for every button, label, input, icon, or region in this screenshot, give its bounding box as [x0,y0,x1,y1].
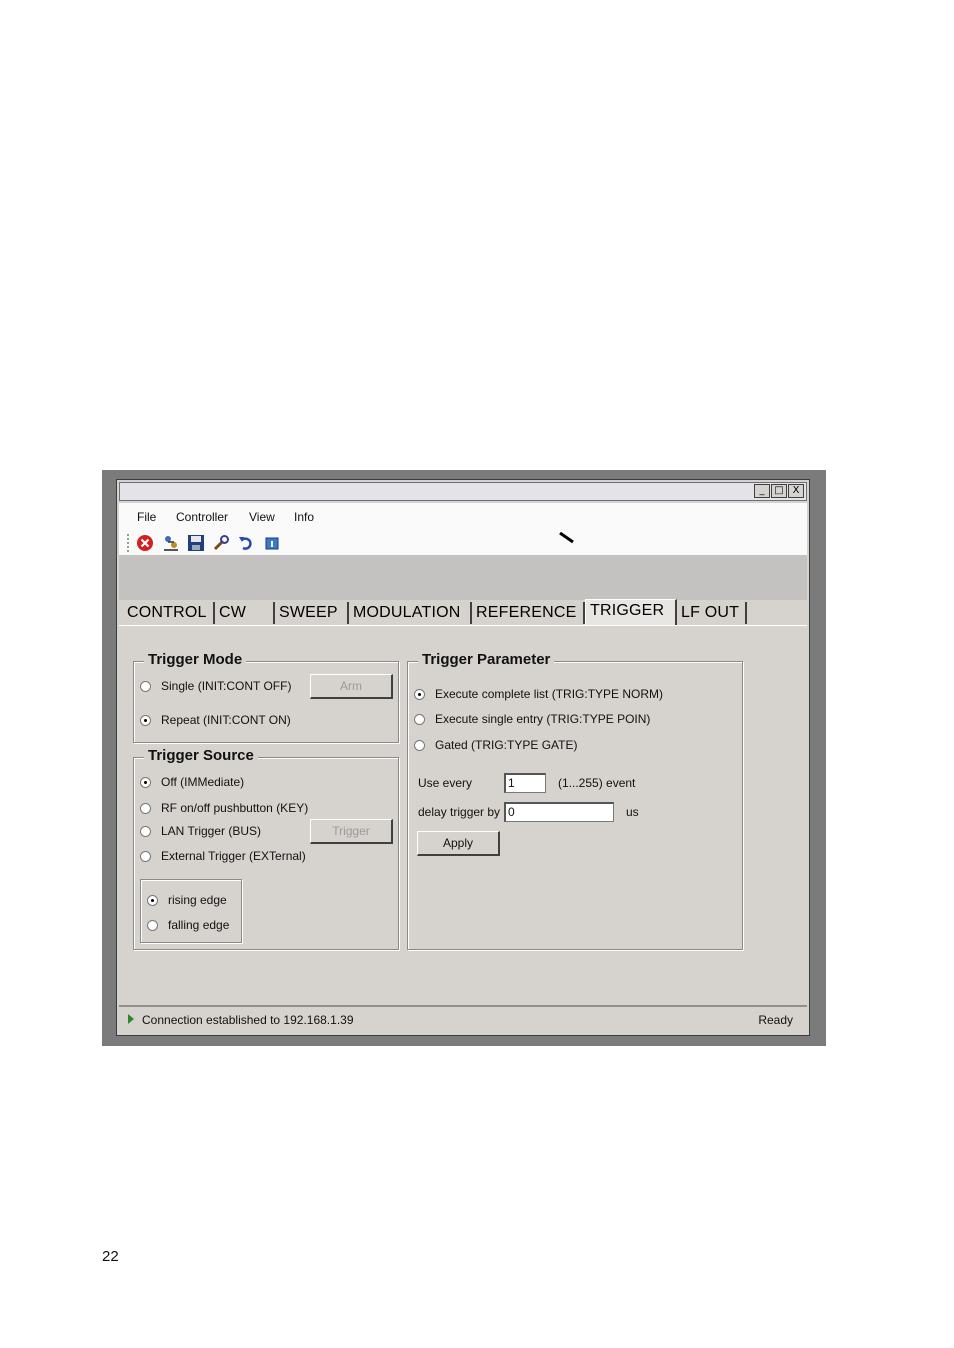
connect-icon[interactable] [162,534,180,552]
status-state: Ready [758,1013,793,1027]
app-window: _ □ X File Controller View Info CONTROL … [116,479,810,1036]
delay-label: delay trigger by [418,805,501,819]
tab-trigger[interactable]: TRIGGER [585,599,677,625]
source-rf-radio[interactable] [140,802,151,814]
tab-sweep[interactable]: SWEEP [275,602,349,624]
param-single-radio[interactable] [414,713,425,725]
minimize-button[interactable]: _ [754,484,770,498]
param-complete-label: Execute complete list (TRIG:TYPE NORM) [435,687,664,701]
trigger-mode-group: Trigger Mode Single (INIT:CONT OFF) Arm … [133,651,399,743]
page-number: 22 [102,1248,119,1265]
delay-input[interactable]: 0 [504,802,614,822]
delay-unit: us [626,805,639,819]
screenshot-frame: _ □ X File Controller View Info CONTROL … [102,470,826,1046]
use-every-label: Use every [418,776,473,790]
source-external-label: External Trigger (EXTernal) [161,849,306,863]
edge-falling-option[interactable]: falling edge [147,918,229,932]
trigger-parameter-title: Trigger Parameter [418,651,555,668]
edge-rising-label: rising edge [168,893,227,907]
save-icon[interactable] [187,534,205,552]
source-rf-option[interactable]: RF on/off pushbutton (KEY) [140,801,308,815]
info-icon[interactable] [263,534,281,552]
param-single-label: Execute single entry (TRIG:TYPE POIN) [435,712,651,726]
edge-group: rising edge falling edge [140,879,242,943]
stop-icon[interactable] [136,534,154,552]
use-every-range: (1...255) event [558,776,636,790]
trigger-mode-title: Trigger Mode [144,651,247,668]
source-rf-label: RF on/off pushbutton (KEY) [161,801,309,815]
status-message: Connection established to 192.168.1.39 [142,1013,354,1027]
status-bar: Connection established to 192.168.1.39 R… [119,1005,807,1033]
param-gated-radio[interactable] [414,739,425,751]
undo-icon[interactable] [237,534,255,552]
trigger-button[interactable]: Trigger [310,819,393,844]
tab-reference[interactable]: REFERENCE [472,602,585,624]
edge-rising-option[interactable]: rising edge [147,893,227,907]
param-single-option[interactable]: Execute single entry (TRIG:TYPE POIN) [414,712,650,726]
cursor-mark [559,531,575,549]
source-external-radio[interactable] [140,850,151,862]
param-gated-option[interactable]: Gated (TRIG:TYPE GATE) [414,738,577,752]
edge-falling-label: falling edge [168,918,230,932]
title-bar: _ □ X [119,482,807,501]
source-off-option[interactable]: Off (IMMediate) [140,775,244,789]
source-lan-radio[interactable] [140,825,151,837]
edge-falling-radio[interactable] [147,919,158,931]
apply-button[interactable]: Apply [417,831,500,856]
edge-rising-radio[interactable] [147,894,158,906]
mode-single-option[interactable]: Single (INIT:CONT OFF) [140,679,291,693]
tab-cw[interactable]: CW [215,602,275,624]
window-controls: _ □ X [754,484,804,498]
tab-lf-out[interactable]: LF OUT [677,602,747,624]
menu-file[interactable]: File [137,510,156,524]
wrench-icon[interactable] [212,534,230,552]
grey-band [119,555,807,600]
trigger-parameter-group: Trigger Parameter Execute complete list … [407,651,743,950]
menu-bar: File Controller View Info [119,503,807,531]
param-complete-radio[interactable] [414,688,425,700]
tab-control[interactable]: CONTROL [123,602,215,624]
mode-repeat-label: Repeat (INIT:CONT ON) [161,713,291,727]
tab-modulation[interactable]: MODULATION [349,602,472,624]
mode-repeat-radio[interactable] [140,714,151,726]
source-off-radio[interactable] [140,776,151,788]
source-lan-option[interactable]: LAN Trigger (BUS) [140,824,261,838]
tab-strip: CONTROL CW SWEEP MODULATION REFERENCE TR… [119,599,807,625]
mode-single-radio[interactable] [140,680,151,692]
mode-repeat-option[interactable]: Repeat (INIT:CONT ON) [140,713,291,727]
param-complete-option[interactable]: Execute complete list (TRIG:TYPE NORM) [414,687,663,701]
trigger-panel: Trigger Mode Single (INIT:CONT OFF) Arm … [119,625,807,1006]
close-button[interactable]: X [788,484,804,498]
menu-controller[interactable]: Controller [176,510,228,524]
toolbar-grip [127,534,131,552]
mode-single-label: Single (INIT:CONT OFF) [161,679,292,693]
menu-info[interactable]: Info [294,510,314,524]
source-lan-label: LAN Trigger (BUS) [161,824,262,838]
param-gated-label: Gated (TRIG:TYPE GATE) [435,738,578,752]
use-every-input[interactable]: 1 [504,773,546,793]
arm-button[interactable]: Arm [310,674,393,699]
source-off-label: Off (IMMediate) [161,775,245,789]
menu-view[interactable]: View [249,510,275,524]
status-arrow-icon [127,1012,135,1030]
maximize-button[interactable]: □ [771,484,787,498]
trigger-source-group: Trigger Source Off (IMMediate) RF on/off… [133,747,399,950]
toolbar [119,531,807,555]
source-external-option[interactable]: External Trigger (EXTernal) [140,849,306,863]
trigger-source-title: Trigger Source [144,747,258,764]
